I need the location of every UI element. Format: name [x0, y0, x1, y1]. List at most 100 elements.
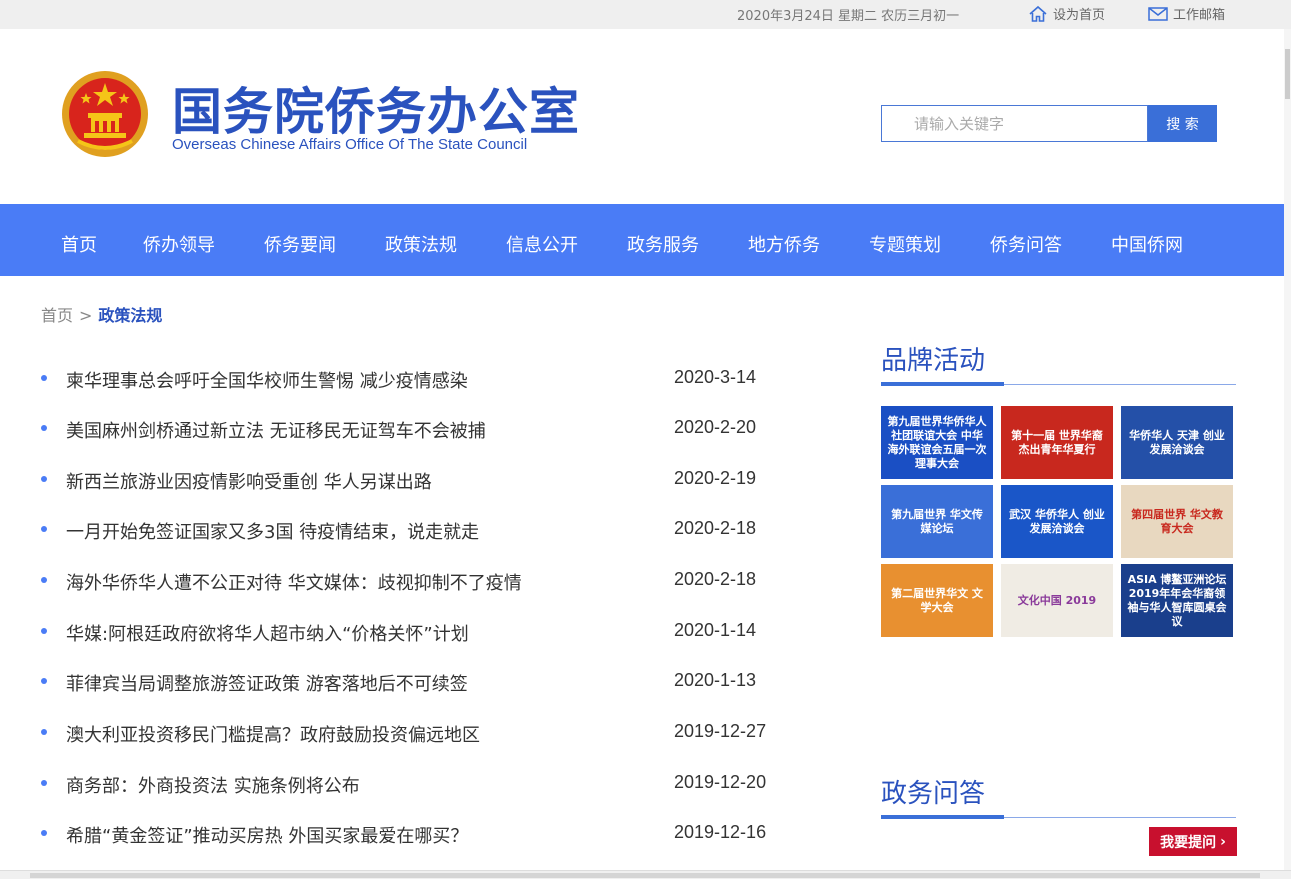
news-title[interactable]: 柬华理事总会呼吁全国华校师生警惕 减少疫情感染 — [66, 367, 468, 393]
brand-tile[interactable]: 第四届世界 华文教育大会 — [1121, 485, 1233, 558]
brand-tile[interactable]: 武汉 华侨华人 创业发展洽谈会 — [1001, 485, 1113, 558]
brand-tile-label: 华侨华人 天津 创业发展洽谈会 — [1129, 428, 1225, 456]
list-item[interactable]: 海外华侨华人遭不公正对待 华文媒体：歧视抑制不了疫情 2020-2-18 — [41, 567, 801, 595]
news-title[interactable]: 新西兰旅游业因疫情影响受重创 华人另谋出路 — [66, 468, 432, 494]
news-title[interactable]: 希腊“黄金签证”推动买房热 外国买家最爱在哪买？ — [66, 822, 468, 848]
work-mail-label: 工作邮箱 — [1173, 8, 1226, 23]
brand-tile[interactable]: 文化中国 2019 — [1001, 564, 1113, 637]
list-item[interactable]: 商务部：外商投资法 实施条例将公布 2019-12-20 — [41, 770, 801, 798]
brand-tile[interactable]: 第十一届 世界华裔杰出青年华夏行 — [1001, 406, 1113, 479]
news-title[interactable]: 海外华侨华人遭不公正对待 华文媒体：歧视抑制不了疫情 — [66, 569, 522, 595]
divider-accent — [881, 382, 1004, 386]
breadcrumb-current[interactable]: 政策法规 — [98, 306, 162, 325]
ask-question-button[interactable]: 我要提问 › — [1149, 827, 1237, 856]
work-mail-link[interactable]: 工作邮箱 — [1148, 4, 1225, 23]
nav-item-special[interactable]: 专题策划 — [869, 231, 941, 257]
list-item[interactable]: 华媒:阿根廷政府欲将华人超市纳入“价格关怀”计划 2020-1-14 — [41, 618, 801, 646]
brand-tile[interactable]: 第二届世界华文 文学大会 — [881, 564, 993, 637]
divider-accent — [881, 815, 1004, 819]
news-title[interactable]: 一月开始免签证国家又多3国 待疫情结束，说走就走 — [66, 518, 479, 544]
nav-item-leaders[interactable]: 侨办领导 — [143, 231, 215, 257]
bullet-icon — [41, 526, 47, 532]
brand-tile-label: 武汉 华侨华人 创业发展洽谈会 — [1009, 507, 1105, 535]
bullet-icon — [41, 375, 47, 381]
bullet-icon — [41, 628, 47, 634]
news-date: 2019-12-27 — [674, 721, 767, 741]
bullet-icon — [41, 425, 47, 431]
news-date: 2020-2-20 — [674, 417, 757, 437]
brand-tile-label: 第十一届 世界华裔杰出青年华夏行 — [1011, 428, 1103, 456]
bullet-icon — [41, 830, 47, 836]
news-title[interactable]: 澳大利亚投资移民门槛提高？政府鼓励投资偏远地区 — [66, 721, 480, 747]
news-title[interactable]: 华媒:阿根廷政府欲将华人超市纳入“价格关怀”计划 — [66, 620, 469, 646]
brand-tile-label: 文化中国 2019 — [1017, 593, 1097, 607]
news-title[interactable]: 商务部：外商投资法 实施条例将公布 — [66, 772, 360, 798]
nav-item-chinaqw[interactable]: 中国侨网 — [1111, 231, 1183, 257]
nav-item-home[interactable]: 首页 — [61, 231, 97, 257]
nav-item-qa[interactable]: 侨务问答 — [990, 231, 1062, 257]
breadcrumb-home[interactable]: 首页 — [41, 306, 73, 325]
mail-icon — [1148, 6, 1168, 21]
list-item[interactable]: 柬华理事总会呼吁全国华校师生警惕 减少疫情感染 2020-3-14 — [41, 365, 801, 393]
news-date: 2020-2-18 — [674, 518, 757, 538]
site-title[interactable]: 国务院侨务办公室 — [172, 72, 580, 144]
qa-section-title: 政务问答 — [881, 779, 986, 809]
bullet-icon — [41, 577, 47, 583]
news-date: 2020-1-13 — [674, 670, 757, 690]
brand-tile-label: ASIA 博鳌亚洲论坛 2019年年会华裔领袖与华人智库圆桌会议 — [1127, 572, 1227, 628]
qa-section-divider — [881, 815, 1236, 819]
horizontal-scrollbar-thumb[interactable] — [30, 873, 1260, 878]
nav-item-services[interactable]: 政务服务 — [627, 231, 699, 257]
top-date: 2020年3月24日 星期二 农历三月初一 — [737, 9, 960, 24]
list-item[interactable]: 希腊“黄金签证”推动买房热 外国买家最爱在哪买？ 2019-12-16 — [41, 820, 801, 848]
brand-tile-label: 第四届世界 华文教育大会 — [1131, 507, 1223, 535]
nav-item-local[interactable]: 地方侨务 — [748, 231, 820, 257]
ask-question-label: 我要提问 — [1160, 834, 1217, 851]
nav-item-policy[interactable]: 政策法规 — [385, 231, 457, 257]
brand-section-title: 品牌活动 — [881, 346, 986, 376]
brand-tile[interactable]: 华侨华人 天津 创业发展洽谈会 — [1121, 406, 1233, 479]
bullet-icon — [41, 780, 47, 786]
bullet-icon — [41, 729, 47, 735]
vertical-scrollbar[interactable] — [1284, 29, 1291, 879]
list-item[interactable]: 菲律宾当局调整旅游签证政策 游客落地后不可续签 2020-1-13 — [41, 668, 801, 696]
list-item[interactable]: 一月开始免签证国家又多3国 待疫情结束，说走就走 2020-2-18 — [41, 516, 801, 544]
breadcrumb: 首页 > 政策法规 — [41, 302, 162, 326]
list-item[interactable]: 美国麻州剑桥通过新立法 无证移民无证驾车不会被捕 2020-2-20 — [41, 415, 801, 443]
news-date: 2020-2-18 — [674, 569, 757, 589]
brand-tile-label: 第二届世界华文 文学大会 — [891, 586, 983, 614]
news-title[interactable]: 菲律宾当局调整旅游签证政策 游客落地后不可续签 — [66, 670, 468, 696]
brand-tile-label: 第九届世界 华文传媒论坛 — [891, 507, 983, 535]
bullet-icon — [41, 476, 47, 482]
news-date: 2019-12-20 — [674, 772, 767, 792]
breadcrumb-separator: > — [79, 306, 93, 325]
chevron-right-icon: › — [1220, 833, 1226, 850]
site-subtitle: Overseas Chinese Affairs Office Of The S… — [172, 136, 528, 153]
search-input[interactable] — [881, 105, 1148, 142]
brand-tile[interactable]: ASIA 博鳌亚洲论坛 2019年年会华裔领袖与华人智库圆桌会议 — [1121, 564, 1233, 637]
brand-section-divider — [881, 382, 1236, 386]
news-date: 2020-1-14 — [674, 620, 757, 640]
set-home-label: 设为首页 — [1053, 8, 1106, 23]
nav-item-info[interactable]: 信息公开 — [506, 231, 578, 257]
bullet-icon — [41, 678, 47, 684]
site-header: 国务院侨务办公室 Overseas Chinese Affairs Office… — [0, 29, 1291, 204]
list-item[interactable]: 澳大利亚投资移民门槛提高？政府鼓励投资偏远地区 2019-12-27 — [41, 719, 801, 747]
horizontal-scrollbar[interactable] — [0, 870, 1291, 879]
news-date: 2020-2-19 — [674, 468, 757, 488]
search-button[interactable]: 搜 索 — [1148, 105, 1217, 142]
main-nav: 首页 侨办领导 侨务要闻 政策法规 信息公开 政务服务 地方侨务 专题策划 侨务… — [0, 204, 1291, 276]
brand-tile[interactable]: 第九届世界华侨华人社团联谊大会 中华海外联谊会五届一次理事大会 — [881, 406, 993, 479]
set-home-link[interactable]: 设为首页 — [1028, 4, 1105, 23]
list-item[interactable]: 新西兰旅游业因疫情影响受重创 华人另谋出路 2020-2-19 — [41, 466, 801, 494]
home-icon — [1029, 5, 1047, 22]
brand-tile-label: 第九届世界华侨华人社团联谊大会 中华海外联谊会五届一次理事大会 — [887, 414, 987, 470]
news-date: 2020-3-14 — [674, 367, 757, 387]
scrollbar-thumb[interactable] — [1285, 49, 1290, 99]
brand-grid: 第九届世界华侨华人社团联谊大会 中华海外联谊会五届一次理事大会 第十一届 世界华… — [881, 406, 1233, 637]
national-emblem-icon[interactable] — [60, 69, 150, 159]
nav-item-news[interactable]: 侨务要闻 — [264, 231, 336, 257]
news-date: 2019-12-16 — [674, 822, 767, 842]
brand-tile[interactable]: 第九届世界 华文传媒论坛 — [881, 485, 993, 558]
news-title[interactable]: 美国麻州剑桥通过新立法 无证移民无证驾车不会被捕 — [66, 417, 486, 443]
